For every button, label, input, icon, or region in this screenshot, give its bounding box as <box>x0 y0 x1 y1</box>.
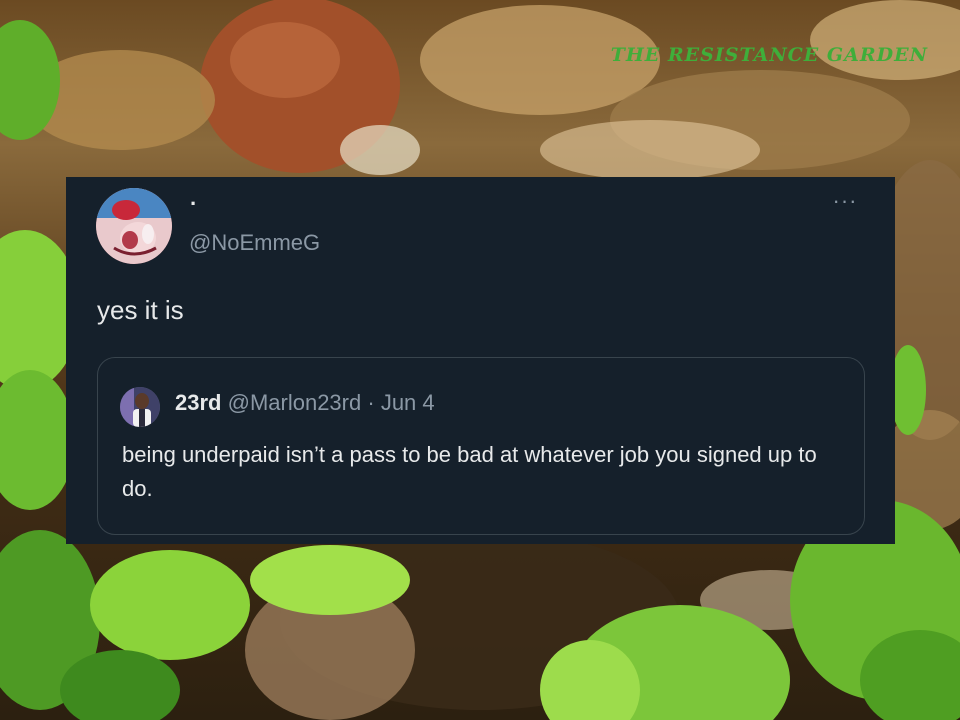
quoted-user-avatar[interactable] <box>120 387 160 427</box>
more-options-icon[interactable]: ··· <box>828 190 862 217</box>
user-handle[interactable]: @NoEmmeG <box>189 229 320 257</box>
tweet-card[interactable]: · @NoEmmeG ··· yes it is 23rd @Marlon23r… <box>66 177 895 544</box>
tweet-text: yes it is <box>97 295 184 325</box>
quoted-display-name[interactable]: 23rd <box>175 390 221 415</box>
quoted-date[interactable]: Jun 4 <box>381 390 435 415</box>
quoted-handle[interactable]: @Marlon23rd <box>228 390 362 415</box>
display-name[interactable]: · <box>190 191 197 217</box>
separator-dot: · <box>367 390 375 415</box>
quoted-tweet-header: 23rd @Marlon23rd · Jun 4 <box>175 388 435 418</box>
user-avatar[interactable] <box>96 188 172 264</box>
quoted-tweet-text: being underpaid isn’t a pass to be bad a… <box>122 442 817 501</box>
watermark-text: THE RESISTANCE GARDEN <box>610 44 928 66</box>
quoted-tweet[interactable]: 23rd @Marlon23rd · Jun 4 being underpaid… <box>97 357 865 535</box>
person-photo-icon <box>120 387 160 427</box>
cartoon-avatar-icon <box>96 188 172 264</box>
